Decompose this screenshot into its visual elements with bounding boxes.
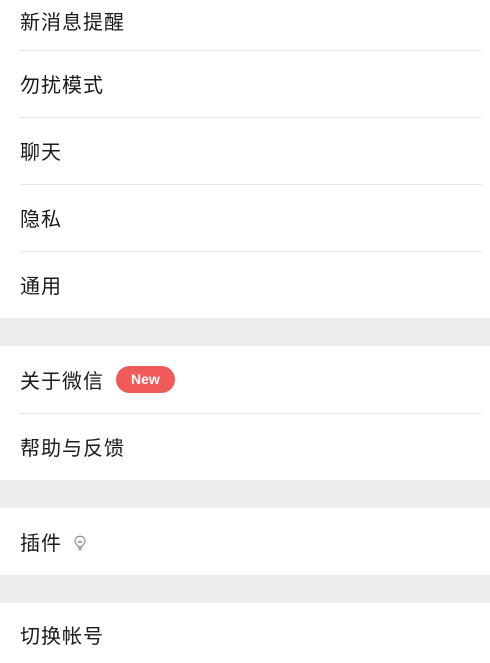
- setting-label: 帮助与反馈: [20, 436, 125, 460]
- settings-group-plugins: 插件: [0, 508, 490, 575]
- setting-about-wechat[interactable]: 关于微信 New: [0, 346, 490, 413]
- setting-label: 隐私: [20, 207, 62, 231]
- settings-group-notifications: 新消息提醒 勿扰模式 聊天 隐私 通用: [0, 0, 490, 318]
- setting-label: 关于微信: [20, 369, 104, 393]
- setting-switch-account[interactable]: 切换帐号: [0, 603, 490, 663]
- setting-new-message-alerts[interactable]: 新消息提醒: [0, 0, 490, 50]
- setting-label: 切换帐号: [20, 623, 104, 648]
- settings-list: 新消息提醒 勿扰模式 聊天 隐私 通用 关于微信 New 帮助与反馈 插件 切换…: [0, 0, 490, 663]
- settings-group-about: 关于微信 New 帮助与反馈: [0, 346, 490, 480]
- lightbulb-icon: [72, 533, 88, 551]
- setting-label: 新消息提醒: [20, 10, 125, 34]
- section-gap: [0, 575, 490, 603]
- setting-label: 聊天: [20, 140, 62, 164]
- setting-label: 勿扰模式: [20, 73, 104, 97]
- setting-plugins[interactable]: 插件: [0, 508, 490, 575]
- setting-label: 通用: [20, 274, 62, 298]
- setting-chat[interactable]: 聊天: [0, 117, 490, 184]
- setting-do-not-disturb[interactable]: 勿扰模式: [0, 50, 490, 117]
- setting-privacy[interactable]: 隐私: [0, 184, 490, 251]
- settings-group-account: 切换帐号: [0, 603, 490, 663]
- setting-help-feedback[interactable]: 帮助与反馈: [0, 413, 490, 480]
- section-gap: [0, 480, 490, 508]
- setting-general[interactable]: 通用: [0, 251, 490, 318]
- section-gap: [0, 318, 490, 346]
- new-badge: New: [116, 366, 175, 393]
- setting-label: 插件: [20, 531, 62, 555]
